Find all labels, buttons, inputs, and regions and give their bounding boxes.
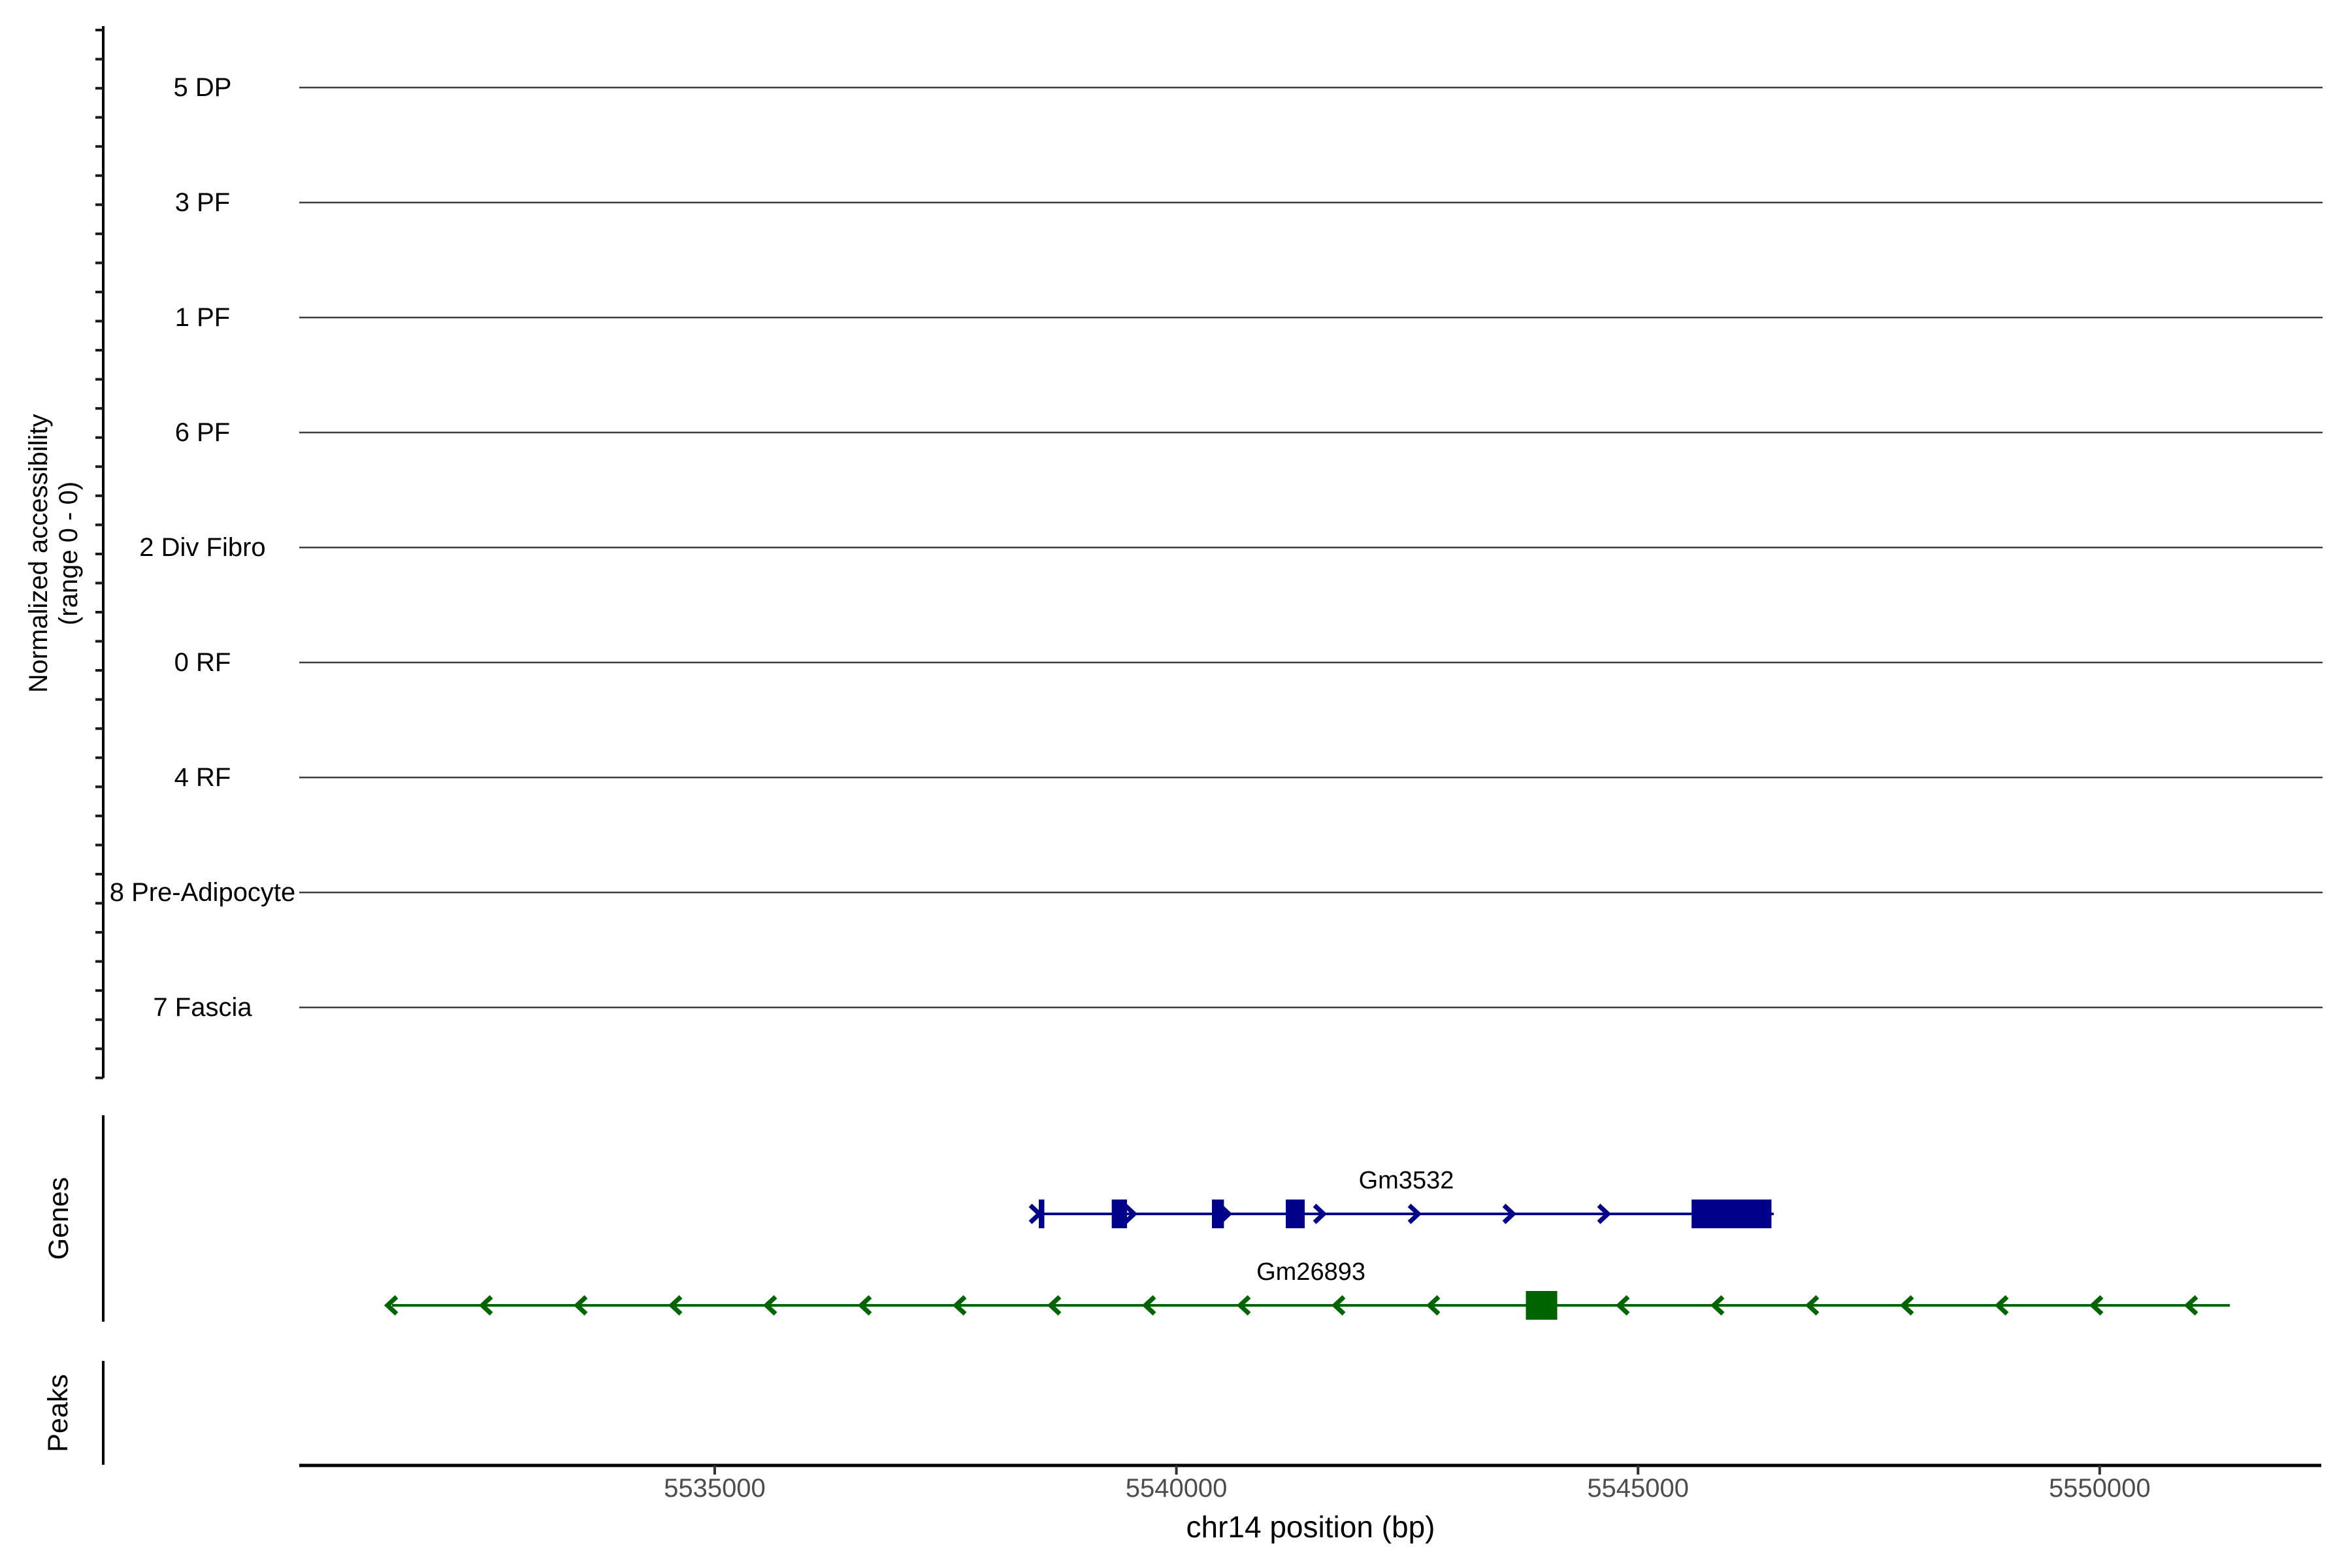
gene-name-label: Gm26893 <box>1181 1258 1442 1286</box>
gene-model-Gm3532-exon <box>1039 1200 1044 1228</box>
gene-model-Gm26893-exon <box>1526 1291 1557 1320</box>
track-label: 8 Pre-Adipocyte <box>59 877 346 908</box>
y-axis-label-line1: Normalized accessibility <box>24 0 54 1109</box>
x-axis-title: chr14 position (bp) <box>919 1509 1703 1544</box>
gene-model-Gm3532-exon <box>1691 1200 1771 1228</box>
track-label: 7 Fascia <box>59 992 346 1023</box>
track-label: 0 RF <box>59 647 346 678</box>
gene-model-Gm3532-exon <box>1286 1200 1305 1228</box>
track-label: 5 DP <box>59 72 346 103</box>
plot-canvas <box>0 0 2352 1568</box>
x-tick-label: 5550000 <box>1969 1474 2230 1503</box>
coverage-plot-figure: Normalized accessibility (range 0 - 0) G… <box>0 0 2352 1568</box>
gene-model-Gm3532-exon <box>1112 1200 1127 1228</box>
track-label: 4 RF <box>59 762 346 793</box>
x-tick-label: 5545000 <box>1507 1474 1769 1503</box>
track-label: 2 Div Fibro <box>59 532 346 563</box>
gene-model-Gm3532-exon <box>1212 1200 1224 1228</box>
gene-name-label: Gm3532 <box>1275 1167 1537 1195</box>
strand-arrow-icon <box>1030 1205 1039 1222</box>
track-label: 1 PF <box>59 302 346 333</box>
track-label: 3 PF <box>59 187 346 218</box>
x-tick-label: 5535000 <box>584 1474 845 1503</box>
peaks-panel-label: Peaks <box>43 1282 73 1544</box>
x-tick-label: 5540000 <box>1046 1474 1307 1503</box>
track-label: 6 PF <box>59 417 346 448</box>
